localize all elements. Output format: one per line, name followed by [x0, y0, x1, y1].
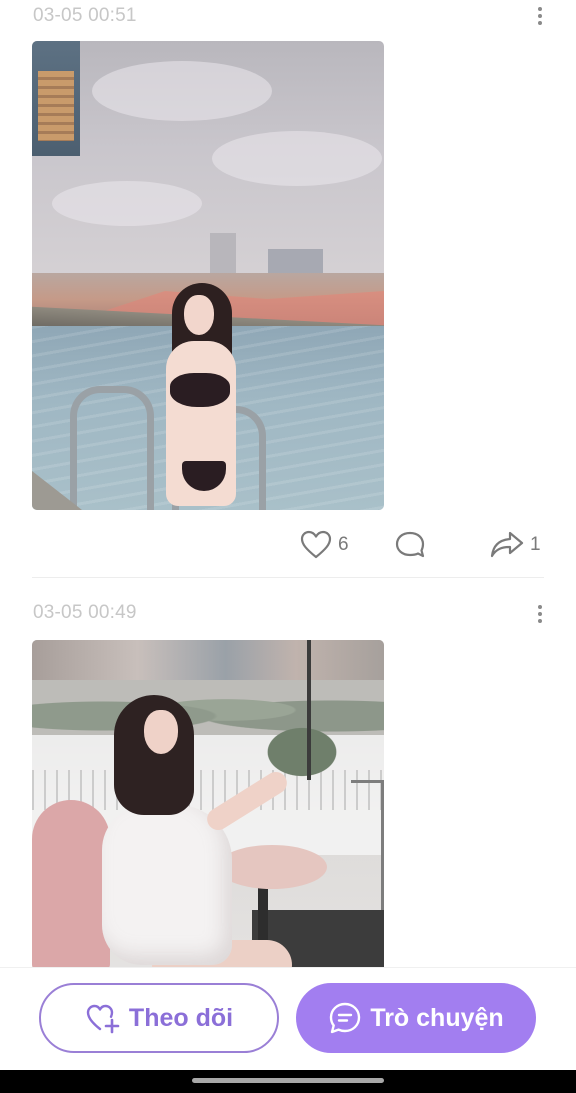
more-vertical-icon	[538, 605, 542, 609]
feed-post: 03-05 00:49	[0, 590, 576, 970]
follow-label: Theo dõi	[128, 1003, 234, 1032]
post-actions: 6 1	[0, 527, 576, 563]
chat-icon	[330, 1002, 361, 1034]
system-nav-bar	[0, 1070, 576, 1093]
heart-plus-icon	[86, 1004, 120, 1034]
post-divider	[32, 577, 544, 578]
like-count: 6	[338, 534, 349, 555]
more-vertical-icon	[538, 7, 542, 11]
share-count: 1	[530, 534, 541, 555]
post-timestamp: 03-05 00:51	[33, 5, 137, 26]
feed-post: 03-05 00:51 6 1	[0, 0, 576, 580]
comment-button[interactable]	[394, 527, 426, 563]
like-button[interactable]: 6	[300, 527, 349, 563]
more-options-button[interactable]	[532, 604, 548, 624]
chat-button[interactable]: Trò chuyện	[296, 983, 536, 1053]
comment-bubble-icon	[395, 531, 425, 558]
post-timestamp: 03-05 00:49	[33, 602, 137, 623]
bottom-action-bar: Theo dõi Trò chuyện	[0, 968, 576, 1070]
post-photo[interactable]	[32, 640, 384, 970]
share-button[interactable]: 1	[490, 527, 541, 563]
chat-label: Trò chuyện	[370, 1003, 504, 1032]
share-arrow-icon	[490, 531, 524, 558]
home-indicator[interactable]	[192, 1078, 384, 1083]
heart-icon	[300, 530, 332, 559]
follow-button[interactable]: Theo dõi	[39, 983, 279, 1053]
post-photo[interactable]	[32, 41, 384, 510]
more-options-button[interactable]	[532, 6, 548, 26]
